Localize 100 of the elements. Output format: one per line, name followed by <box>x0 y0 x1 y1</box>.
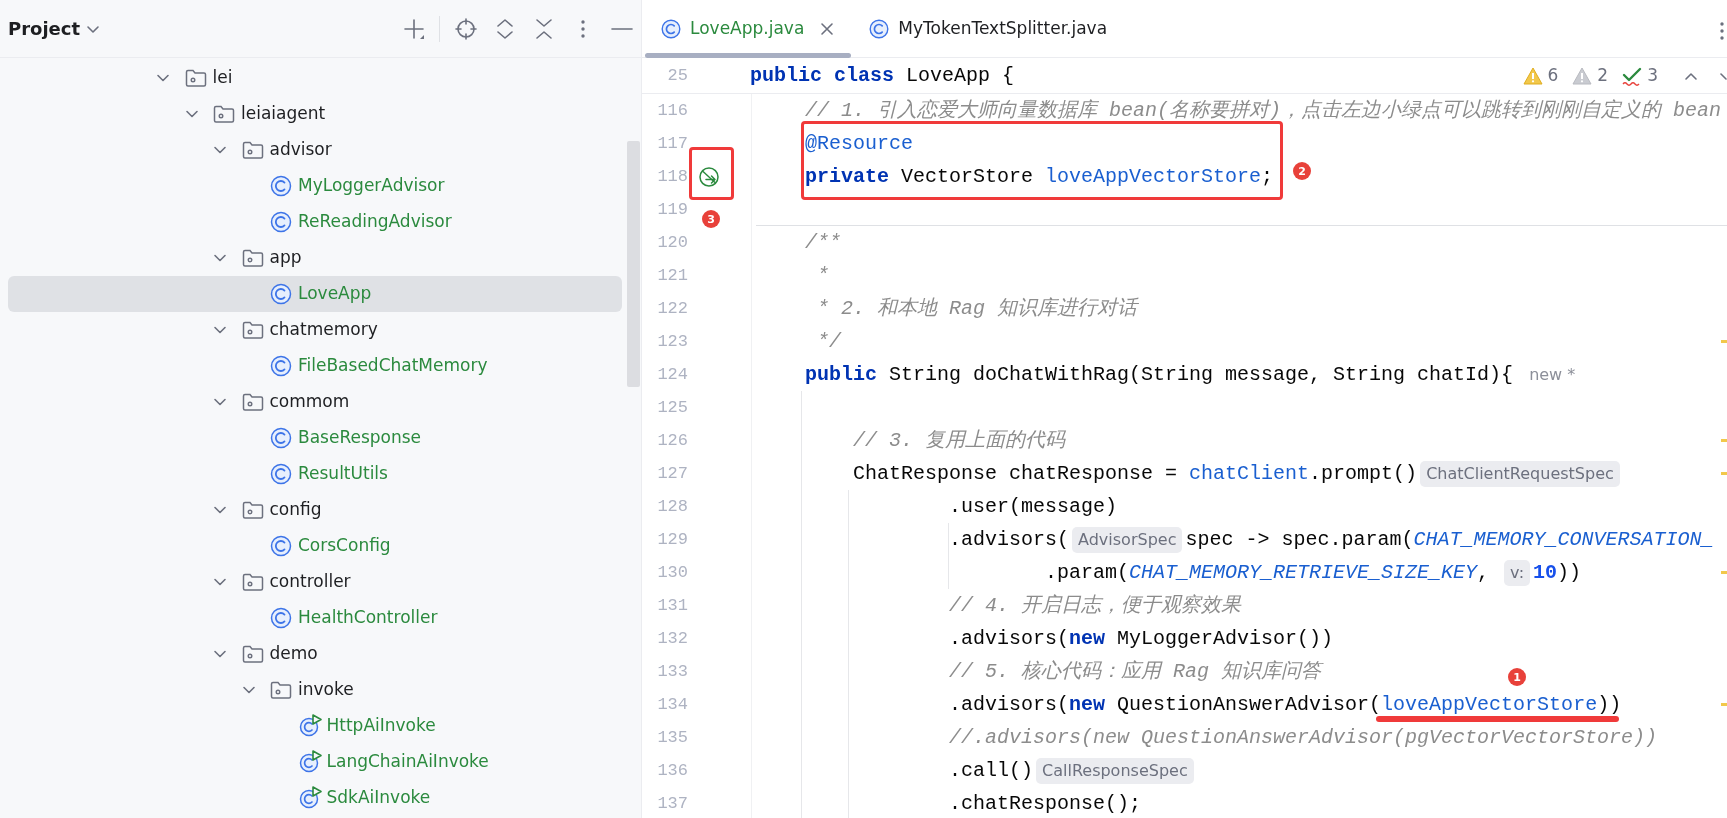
tree-row[interactable]: chatmemory <box>8 312 622 348</box>
code-text: * <box>817 262 829 289</box>
chevron-down-icon[interactable] <box>213 145 227 155</box>
callout-badge: 3 <box>702 210 720 228</box>
tree-row[interactable]: CorsConfig <box>8 528 622 564</box>
line-number: 118 <box>656 165 688 188</box>
tree-label: CorsConfig <box>298 534 391 558</box>
editor-tab[interactable]: LoveApp.java <box>642 0 852 57</box>
tree-row[interactable]: leiaiagent <box>8 96 622 132</box>
class-icon <box>270 283 292 305</box>
line-number: 130 <box>656 561 688 584</box>
inspection-counter[interactable]: 3 <box>1618 62 1662 89</box>
tree-label: HealthController <box>298 606 438 630</box>
tree-row[interactable]: HealthController <box>8 600 622 636</box>
chevron-down-icon[interactable] <box>213 253 227 263</box>
code-text: .advisors( <box>949 526 1070 553</box>
tree-row[interactable]: ResultUtils <box>8 456 622 492</box>
code-text: .param(CHAT_MEMORY_RETRIEVE_SIZE_KEY, <box>1045 559 1491 586</box>
folder-icon <box>241 248 264 268</box>
editor-tab[interactable]: MyTokenTextSplitter.java <box>851 0 1125 57</box>
code-text: public class LoveApp { <box>750 62 1015 89</box>
chevron-down-icon[interactable] <box>213 505 227 515</box>
code-text: */ <box>817 328 841 355</box>
line-number: 123 <box>656 330 688 353</box>
tree-label: LangChainAiInvoke <box>326 750 489 774</box>
chevron-down-icon[interactable] <box>213 649 227 659</box>
chevron-down-icon[interactable] <box>184 109 199 119</box>
chevron-down-icon[interactable] <box>241 685 256 695</box>
tree-row[interactable]: lei <box>8 60 622 96</box>
chevron-up-icon[interactable] <box>1684 70 1698 81</box>
line-number: 128 <box>656 495 688 518</box>
tree-row[interactable]: advisor <box>8 132 622 168</box>
code-text: public String doChatWithRag(String message, String chatId){ <box>805 361 1514 388</box>
code-text: //.advisors(new QuestionAnswerAdvisor(pgVectorVectorStore)) <box>949 724 1658 751</box>
folder-icon <box>241 392 264 412</box>
line-number: 124 <box>656 363 688 386</box>
folder-icon <box>241 140 264 160</box>
class-icon <box>270 355 292 377</box>
code-text: * 2. 和本地 Rag 知识库进行对话 <box>817 295 1138 322</box>
warning-icon <box>1572 65 1593 86</box>
tree-label: controller <box>269 570 351 594</box>
line-number: 136 <box>656 759 688 782</box>
chevron-down-icon[interactable] <box>1719 70 1727 81</box>
tree-row[interactable]: controller <box>8 564 622 600</box>
code-text: .advisors(new QuestionAnswerAdvisor(loveAppVectorStore)) <box>949 691 1622 718</box>
line-number: 125 <box>656 396 688 419</box>
add-icon[interactable] <box>402 17 425 40</box>
tree-row[interactable]: app <box>8 240 622 276</box>
chevron-down-icon[interactable] <box>213 577 227 587</box>
callout-badge: 2 <box>1293 162 1311 180</box>
chevron-down-icon[interactable] <box>86 23 101 34</box>
tree-label: config <box>269 498 322 522</box>
tree-label: chatmemory <box>269 318 378 342</box>
tree-label: advisor <box>269 138 332 162</box>
tree-label: HttpAiInvoke <box>326 714 436 738</box>
folder-icon <box>270 680 292 700</box>
chevron-down-icon[interactable] <box>156 73 170 83</box>
line-number: 126 <box>656 429 688 452</box>
scrollbar-thumb[interactable] <box>627 141 640 387</box>
tree-row[interactable]: FileBasedChatMemory <box>8 348 622 384</box>
folder-icon <box>241 572 264 592</box>
inspection-counter[interactable]: 2 <box>1568 62 1613 89</box>
code-text: .call() <box>949 757 1033 784</box>
tree-label: MyLoggerAdvisor <box>298 174 445 198</box>
inlay-hint: v: <box>1504 559 1531 586</box>
tree-row[interactable]: ReReadingAdvisor <box>8 204 622 240</box>
class-icon <box>661 18 681 39</box>
author-hint[interactable]: new * <box>1529 362 1576 387</box>
class-icon <box>270 175 292 197</box>
warning-icon <box>1522 65 1543 86</box>
tree-row[interactable]: MyLoggerAdvisor <box>8 168 622 204</box>
tree-row[interactable]: SdkAiInvoke <box>8 780 622 816</box>
code-text: // 3. 复用上面的代码 <box>853 427 1065 454</box>
tree-row[interactable]: BaseResponse <box>8 420 622 456</box>
crosshair-icon[interactable] <box>454 17 477 40</box>
tree-row[interactable]: HttpAiInvoke <box>8 708 622 744</box>
tree-row[interactable]: demo <box>8 636 622 672</box>
folder-icon <box>241 500 264 520</box>
bean-gutter-icon[interactable] <box>698 165 720 188</box>
tree-row[interactable]: LoveApp <box>8 276 622 312</box>
close-icon[interactable] <box>820 21 835 36</box>
tree-label: app <box>269 246 302 270</box>
tree-row[interactable]: commom <box>8 384 622 420</box>
code-text: @Resource <box>805 130 914 157</box>
class-icon <box>270 427 292 449</box>
code-text: /** <box>805 229 841 256</box>
inspection-counter[interactable]: 6 <box>1518 62 1563 89</box>
line-number: 137 <box>656 792 688 815</box>
more-icon[interactable] <box>1719 20 1725 42</box>
tree-row[interactable]: config <box>8 492 622 528</box>
folder-icon <box>213 104 235 124</box>
line-number: 131 <box>656 594 688 617</box>
tree-row[interactable]: LangChainAiInvoke <box>8 744 622 780</box>
line-number: 122 <box>656 297 688 320</box>
chevron-down-icon[interactable] <box>213 325 227 335</box>
code-text: .chatResponse(); <box>949 790 1142 817</box>
tree-row[interactable]: invoke <box>8 672 622 708</box>
chevron-down-icon[interactable] <box>213 397 227 407</box>
code-text: // 4. 开启日志，便于观察效果 <box>949 592 1241 619</box>
panel-title[interactable]: Project <box>8 15 81 42</box>
